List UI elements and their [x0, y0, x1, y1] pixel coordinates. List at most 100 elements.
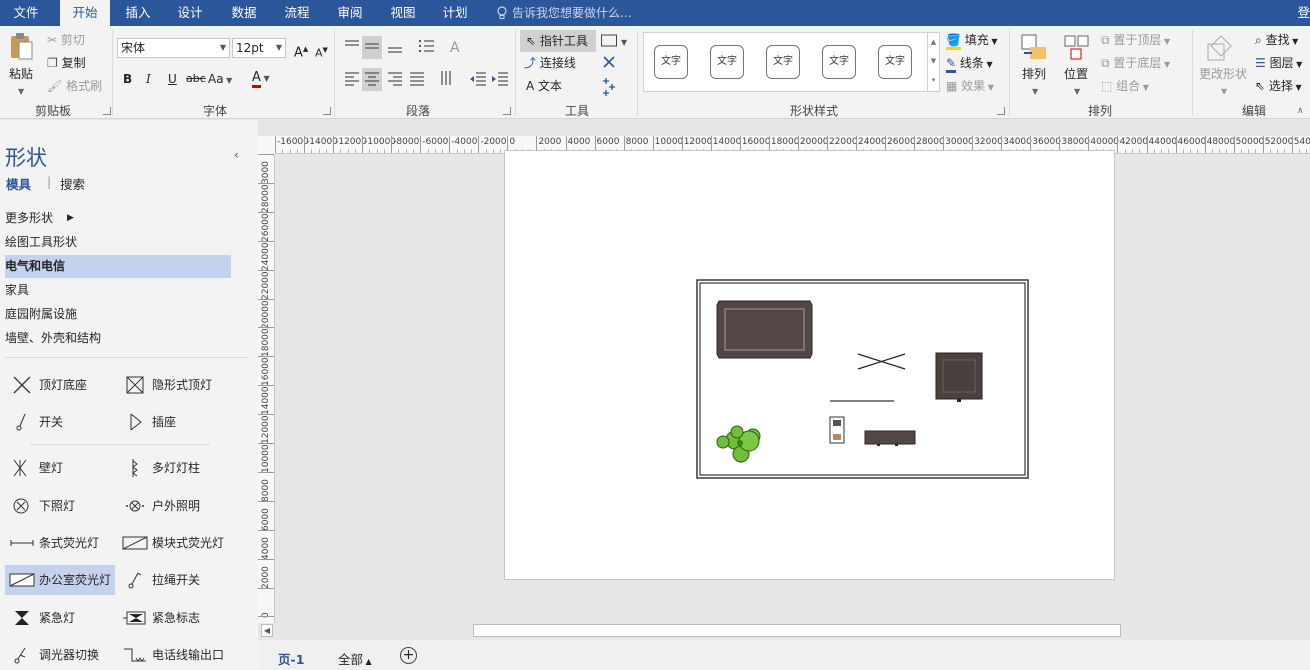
- shape-style-4[interactable]: 文字: [817, 42, 861, 82]
- bring-to-front-button[interactable]: ⧉ 置于顶层 ▼: [1101, 31, 1170, 51]
- line-button[interactable]: ✎ 线条 ▼: [946, 54, 993, 74]
- tab-insert[interactable]: 插入: [116, 0, 160, 26]
- appliance-shape[interactable]: [829, 416, 845, 444]
- strikethrough-button[interactable]: abc: [186, 70, 206, 88]
- change-shape-icon[interactable]: [1205, 32, 1237, 67]
- all-pages-button[interactable]: 全部 ▲: [338, 649, 372, 668]
- shape-phone-outlet[interactable]: 电话线输出口: [118, 640, 238, 670]
- shape-dimmer-switch[interactable]: 调光器切换: [5, 640, 115, 670]
- align-bottom-icon[interactable]: [385, 36, 405, 59]
- font-size-select[interactable]: 12pt ▼: [232, 38, 286, 58]
- paste-icon[interactable]: [8, 32, 34, 62]
- arrange-button[interactable]: 排列: [1022, 65, 1046, 83]
- login-button[interactable]: 登: [1297, 0, 1310, 26]
- tab-view[interactable]: 视图: [381, 0, 425, 26]
- scroll-thumb[interactable]: [473, 624, 1121, 637]
- shape-emergency-light[interactable]: 紧急灯: [5, 603, 115, 633]
- vertical-ruler[interactable]: 3000 28000 26000 24000 22000 20000 18000 16000 1…: [258, 154, 275, 623]
- arrange-icon[interactable]: [1020, 33, 1050, 66]
- shape-style-2[interactable]: 文字: [705, 42, 749, 82]
- effect-button[interactable]: ▦ 效果 ▼: [946, 77, 994, 97]
- stencil-electrical[interactable]: 电气和电信: [5, 255, 231, 278]
- stencil-furniture[interactable]: 家具: [5, 279, 231, 302]
- tab-design[interactable]: 设计: [168, 0, 212, 26]
- underline-button[interactable]: U: [168, 70, 177, 88]
- shape-emergency-sign[interactable]: 紧急标志: [118, 603, 238, 633]
- cut-button[interactable]: ✂ 剪切: [47, 31, 85, 49]
- paste-button[interactable]: 粘贴: [9, 65, 33, 83]
- align-middle-icon[interactable]: [362, 36, 382, 59]
- find-button[interactable]: ⌕ 查找 ▼: [1255, 31, 1298, 51]
- more-shapes-item[interactable]: 更多形状 ▶: [5, 207, 231, 230]
- font-color-button[interactable]: A ▼: [252, 68, 270, 88]
- rectangle-tool-icon[interactable]: ▼: [600, 32, 630, 53]
- position-icon[interactable]: [1062, 33, 1092, 66]
- shape-ceiling-fixture[interactable]: 顶灯底座: [5, 370, 115, 400]
- cabinet-shape[interactable]: [935, 352, 983, 402]
- tab-stencils[interactable]: 模具: [6, 174, 31, 193]
- italic-button[interactable]: I: [146, 70, 151, 88]
- font-launcher-icon[interactable]: [323, 107, 331, 115]
- collapse-ribbon-icon[interactable]: ∧: [1297, 102, 1304, 120]
- select-button[interactable]: ⇖ 选择 ▼: [1255, 77, 1302, 97]
- justify-icon[interactable]: [407, 68, 427, 91]
- send-to-back-button[interactable]: ⧉ 置于底层 ▼: [1101, 54, 1170, 74]
- bench-shape[interactable]: [864, 430, 916, 446]
- scroll-left-icon[interactable]: ◀: [261, 624, 273, 637]
- table-shape[interactable]: [716, 300, 813, 359]
- format-painter-button[interactable]: 🖌 格式刷: [47, 77, 102, 95]
- shrink-font-button[interactable]: A▼: [315, 41, 328, 63]
- tab-review[interactable]: 审阅: [328, 0, 372, 26]
- ceiling-fixture-shape[interactable]: [857, 353, 906, 370]
- stencil-walls[interactable]: 墙壁、外壳和结构: [5, 327, 231, 350]
- align-center-icon[interactable]: [362, 68, 382, 91]
- paste-dropdown-icon[interactable]: ▼: [18, 83, 24, 101]
- decrease-indent-icon[interactable]: [468, 68, 488, 91]
- paragraph-launcher-icon[interactable]: [503, 107, 511, 115]
- drawing-canvas[interactable]: [275, 150, 1310, 623]
- plant-shape[interactable]: [716, 425, 761, 463]
- increase-indent-icon[interactable]: [490, 68, 510, 91]
- shape-outlet[interactable]: 插座: [118, 407, 238, 437]
- change-case-button[interactable]: Aa ▼: [208, 70, 232, 90]
- layers-button[interactable]: ☰ 图层 ▼: [1255, 54, 1302, 74]
- grow-font-button[interactable]: A▲: [294, 40, 308, 62]
- bullets-icon[interactable]: [416, 36, 436, 59]
- font-family-select[interactable]: 宋体 ▼: [117, 38, 230, 58]
- stencil-garden[interactable]: 庭园附属设施: [5, 303, 231, 326]
- align-top-icon[interactable]: [342, 36, 362, 59]
- shape-pull-switch[interactable]: 拉绳开关: [118, 565, 238, 595]
- collapse-pane-icon[interactable]: ‹: [234, 146, 239, 164]
- connection-point-icon[interactable]: [600, 78, 618, 99]
- shape-outdoor-light[interactable]: 户外照明: [118, 491, 238, 521]
- change-shape-button[interactable]: 更改形状: [1199, 65, 1247, 83]
- shape-styles-launcher-icon[interactable]: [997, 107, 1005, 115]
- horizontal-scrollbar[interactable]: ◀: [258, 623, 1310, 639]
- copy-button[interactable]: ❐ 复制: [47, 54, 86, 72]
- close-icon[interactable]: [602, 55, 616, 72]
- shape-wall-light[interactable]: 壁灯: [5, 453, 115, 483]
- bold-button[interactable]: B: [123, 70, 132, 88]
- shape-recessed-ceiling[interactable]: 隐形式顶灯: [118, 370, 238, 400]
- stencil-drawing-tools[interactable]: 绘图工具形状: [5, 231, 231, 254]
- connector-button[interactable]: ⤴ 连接线: [524, 54, 576, 72]
- clear-format-icon[interactable]: A: [448, 36, 468, 59]
- align-left-icon[interactable]: [342, 68, 362, 91]
- shape-style-3[interactable]: 文字: [761, 42, 805, 82]
- tell-me-search[interactable]: 告诉我您想要做什么...: [496, 0, 631, 26]
- chevron-down-icon[interactable]: ▼: [1074, 83, 1080, 101]
- chevron-down-icon[interactable]: ▼: [1221, 83, 1227, 101]
- shape-office-fluorescent[interactable]: 办公室荧光灯: [5, 565, 115, 595]
- shape-switch[interactable]: 开关: [5, 407, 115, 437]
- tab-process[interactable]: 流程: [275, 0, 319, 26]
- pointer-tool-button[interactable]: ⇖ 指针工具: [520, 30, 596, 52]
- page-tab-1[interactable]: 页-1: [278, 649, 304, 668]
- group-button[interactable]: ⬚ 组合 ▼: [1101, 77, 1149, 97]
- shape-modular-fluorescent[interactable]: 模块式荧光灯: [118, 528, 238, 558]
- tab-file[interactable]: 文件: [0, 0, 52, 26]
- tab-data[interactable]: 数据: [222, 0, 266, 26]
- drawing-page[interactable]: [504, 150, 1115, 580]
- text-tool-button[interactable]: A 文本: [526, 77, 562, 95]
- gallery-scroll[interactable]: ▲ ▼ ▾: [927, 33, 939, 91]
- shape-style-1[interactable]: 文字: [649, 42, 693, 82]
